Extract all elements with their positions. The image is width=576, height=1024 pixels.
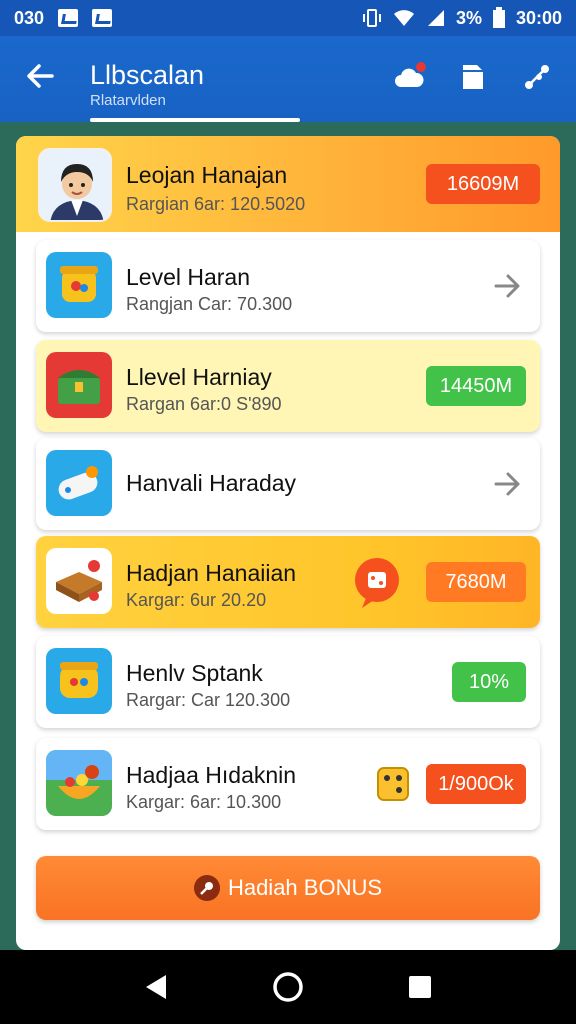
tab-indicator bbox=[90, 118, 300, 122]
list-item[interactable]: Hanvali Haraday bbox=[36, 438, 540, 530]
gallery-notification-icon bbox=[58, 9, 79, 27]
back-arrow-icon bbox=[27, 64, 54, 88]
list-item-title: Henlv Sptank bbox=[126, 660, 263, 686]
share-button[interactable] bbox=[520, 60, 554, 94]
nav-home-button[interactable] bbox=[266, 965, 310, 1009]
app-icon bbox=[46, 450, 112, 516]
list-item-subtitle: Rangjan Car: 70.300 bbox=[126, 294, 293, 314]
profile-value-badge[interactable]: 16609M bbox=[426, 164, 540, 204]
gift-basket-icon bbox=[56, 560, 102, 602]
list-item-title: Llevel Harniay bbox=[126, 364, 272, 390]
chevron-right-icon[interactable] bbox=[492, 268, 522, 304]
battery-percent: 3% bbox=[455, 7, 482, 28]
nav-recents-button[interactable] bbox=[398, 965, 442, 1009]
bonus-button-label: Hadiah BONUS bbox=[227, 875, 383, 900]
list-item[interactable]: Level Haran Rangjan Car: 70.300 bbox=[36, 240, 540, 332]
square-recents-icon bbox=[409, 976, 431, 998]
list-item-title: Hanvali Haraday bbox=[126, 470, 297, 496]
dice-icon bbox=[377, 767, 409, 801]
app-icon bbox=[46, 750, 112, 816]
list-item[interactable]: Hadjaa Hıdaknin Kargar: 6ar: 10.300 1/90… bbox=[36, 738, 540, 830]
list-item-subtitle: Kargar: 6ar: 10.300 bbox=[126, 792, 282, 812]
profile-name: Leojan Hanajan bbox=[126, 162, 288, 188]
list-item[interactable]: Henlv Sptank Rargar: Car 120.300 10% bbox=[36, 636, 540, 728]
key-icon bbox=[193, 875, 220, 901]
status-left-text: 030 bbox=[14, 7, 45, 28]
page-subtitle: Rlatarvlden bbox=[90, 92, 166, 109]
vibrate-icon bbox=[362, 9, 381, 27]
status-bar: 030 3% 30:00 bbox=[0, 0, 576, 36]
reward-badge[interactable]: 1/900Ok bbox=[426, 764, 526, 804]
reward-badge[interactable]: 14450M bbox=[426, 366, 526, 406]
system-nav-bar bbox=[0, 950, 576, 1024]
triangle-back-icon bbox=[146, 975, 166, 999]
signal-icon bbox=[427, 10, 444, 26]
document-icon bbox=[463, 65, 483, 89]
treasure-chest-icon bbox=[58, 370, 100, 404]
wifi-icon bbox=[393, 10, 414, 26]
app-icon bbox=[46, 352, 112, 418]
profile-header[interactable]: Leojan Hanajan Rargian 6ar: 120.5020 166… bbox=[16, 136, 560, 232]
status-time: 30:00 bbox=[515, 7, 562, 28]
app-icon bbox=[46, 648, 112, 714]
list-item-subtitle: Rargan 6ar:0 S'890 bbox=[126, 394, 282, 414]
list-item[interactable]: Llevel Harniay Rargan 6ar:0 S'890 14450M bbox=[36, 340, 540, 432]
capsule-icon bbox=[58, 466, 98, 500]
photo-notification-icon bbox=[92, 9, 113, 27]
chat-bubble-icon[interactable] bbox=[352, 556, 402, 610]
list-item-subtitle: Rargar: Car 120.300 bbox=[126, 690, 291, 710]
chevron-right-icon[interactable] bbox=[492, 466, 522, 502]
bonus-button[interactable]: Hadiah BONUS bbox=[36, 856, 540, 920]
reward-badge[interactable]: 10% bbox=[452, 662, 526, 702]
page-title: Llbscalan bbox=[90, 60, 205, 90]
jar-icon bbox=[60, 266, 98, 302]
circle-home-icon bbox=[273, 972, 303, 1002]
document-button[interactable] bbox=[456, 60, 490, 94]
person-avatar-icon bbox=[40, 150, 110, 220]
list-item[interactable]: Hadjan Hanaiian Kargar: 6ur 20.20 7680M bbox=[36, 536, 540, 628]
profile-subtitle: Rargian 6ar: 120.5020 bbox=[126, 194, 306, 214]
app-bar: Llbscalan Rlatarvlden bbox=[0, 36, 576, 122]
list-item-title: Hadjaa Hıdaknin bbox=[126, 762, 297, 788]
app-icon bbox=[46, 252, 112, 318]
fruit-basket-icon bbox=[46, 750, 112, 799]
list-item-title: Hadjan Hanaiian bbox=[126, 560, 297, 586]
battery-icon bbox=[492, 7, 505, 28]
list-item-subtitle: Kargar: 6ur 20.20 bbox=[126, 590, 267, 610]
notification-dot bbox=[416, 62, 426, 72]
reward-badge[interactable]: 7680M bbox=[426, 562, 526, 602]
avatar bbox=[38, 148, 112, 222]
app-icon bbox=[46, 548, 112, 614]
jar-icon bbox=[60, 662, 98, 698]
list-item-title: Level Haran bbox=[126, 264, 251, 290]
main-panel: Leojan Hanajan Rargian 6ar: 120.5020 166… bbox=[16, 136, 560, 950]
share-icon bbox=[525, 65, 549, 89]
nav-back-button[interactable] bbox=[134, 965, 178, 1009]
back-button[interactable] bbox=[22, 58, 58, 94]
cloud-button[interactable] bbox=[392, 60, 426, 94]
